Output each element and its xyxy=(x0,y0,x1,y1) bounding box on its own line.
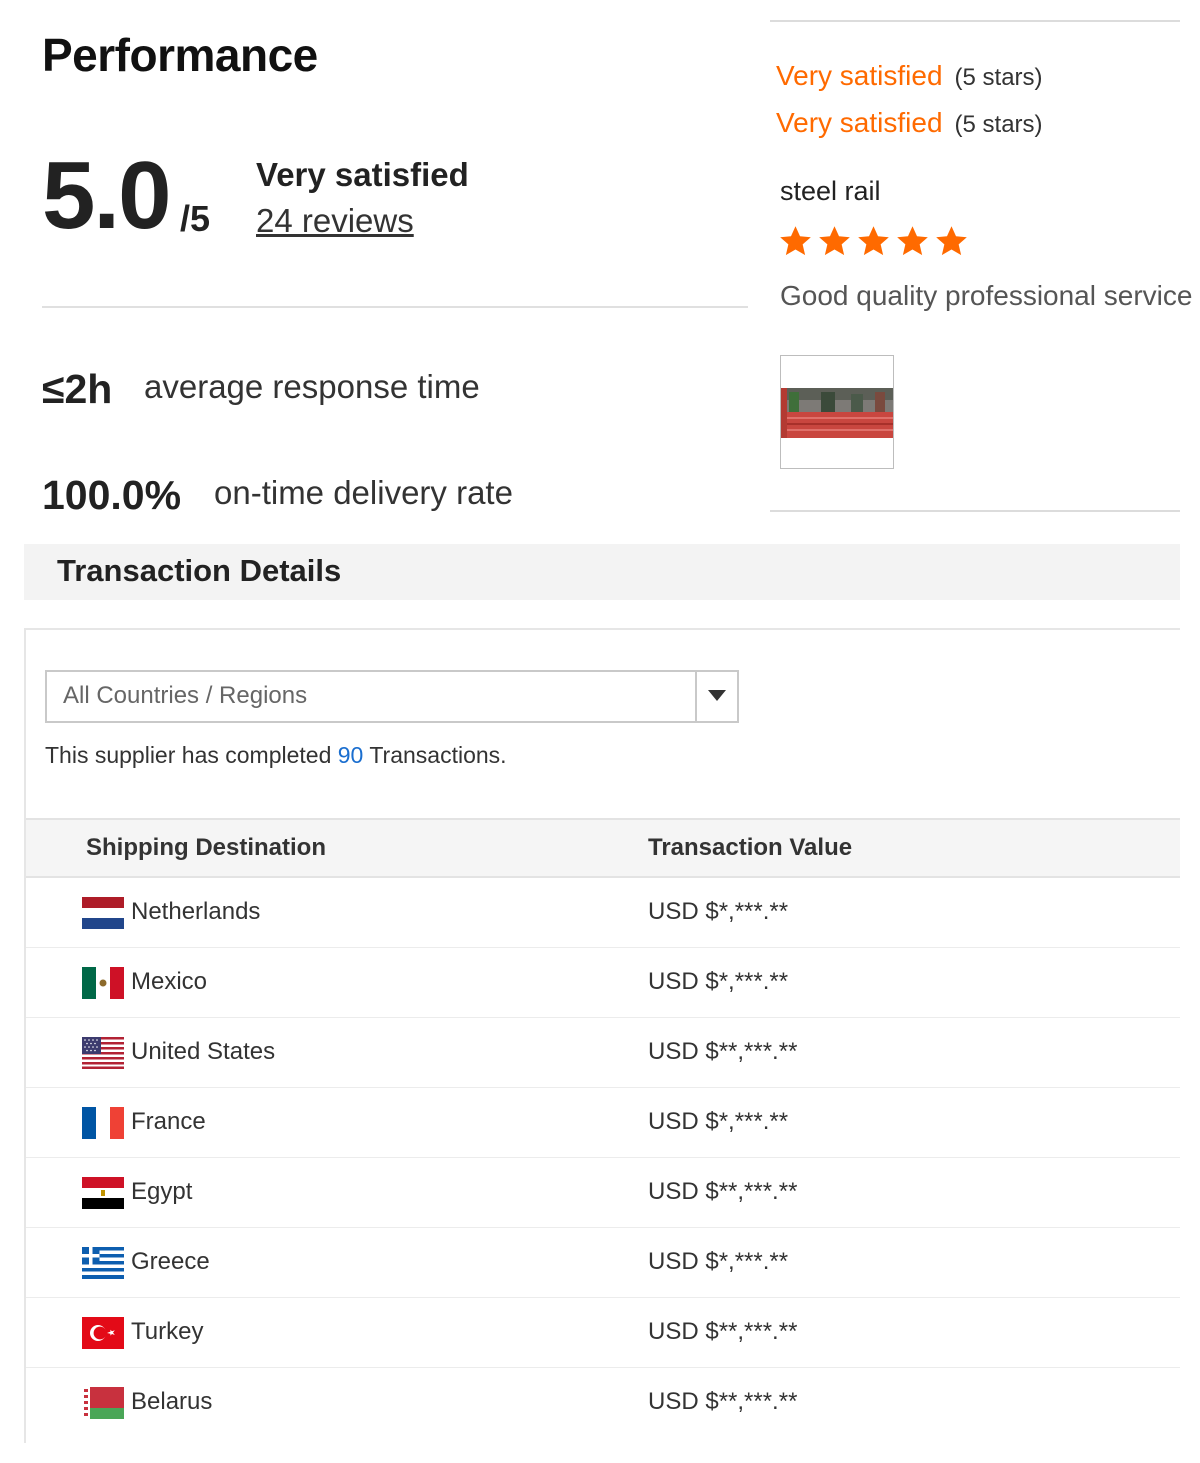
column-header-destination: Shipping Destination xyxy=(86,834,326,861)
star-icon xyxy=(817,224,852,259)
satisfaction-label: Very satisfied xyxy=(256,156,469,193)
rating-stars-text: (5 stars) xyxy=(954,111,1043,138)
row-value: USD $**,***.** xyxy=(648,1038,798,1065)
row-country: Mexico xyxy=(131,968,208,995)
section-divider xyxy=(42,306,748,308)
row-value: USD $*,***.** xyxy=(648,1108,789,1135)
table-row: United States USD $**,***.** xyxy=(26,1018,1180,1088)
caret-down-icon xyxy=(708,690,726,701)
dropdown-button[interactable] xyxy=(695,672,737,721)
row-country: Egypt xyxy=(131,1178,193,1205)
rating-score: 5.0 xyxy=(42,142,171,249)
delivery-rate-value: 100.0% xyxy=(42,472,182,518)
transaction-details-title: Transaction Details xyxy=(57,553,342,588)
rating-max: /5 xyxy=(180,198,211,239)
table-row: Belarus USD $**,***.** xyxy=(26,1368,1180,1438)
united-states-flag-icon xyxy=(82,1037,124,1069)
transaction-count-text: This supplier has completed 90 Transacti… xyxy=(45,742,507,769)
row-country: Greece xyxy=(131,1248,210,1275)
column-header-value: Transaction Value xyxy=(648,834,853,861)
star-icon xyxy=(856,224,891,259)
row-value: USD $*,***.** xyxy=(648,968,789,995)
star-icon xyxy=(895,224,930,259)
rating-label: Very satisfied xyxy=(776,60,943,91)
star-icon xyxy=(934,224,969,259)
review-divider-top xyxy=(770,20,1180,22)
rating-summary-line: Very satisfied (5 stars) xyxy=(776,60,1043,92)
response-time-value: ≤2h xyxy=(42,366,113,412)
row-value: USD $*,***.** xyxy=(648,898,789,925)
turkey-flag-icon xyxy=(82,1317,124,1349)
review-photo-thumbnail[interactable] xyxy=(780,355,894,469)
row-country: Turkey xyxy=(131,1318,204,1345)
row-country: United States xyxy=(131,1038,276,1065)
review-star-rating xyxy=(778,224,969,259)
country-region-select[interactable]: All Countries / Regions xyxy=(45,670,739,723)
egypt-flag-icon xyxy=(82,1177,124,1209)
table-row: Netherlands USD $*,***.** xyxy=(26,878,1180,948)
belarus-flag-icon xyxy=(82,1387,124,1419)
row-value: USD $**,***.** xyxy=(648,1178,798,1205)
rating-summary-line: Very satisfied (5 stars) xyxy=(776,107,1043,139)
france-flag-icon xyxy=(82,1107,124,1139)
table-row: France USD $*,***.** xyxy=(26,1088,1180,1158)
table-row: Greece USD $*,***.** xyxy=(26,1228,1180,1298)
review-divider-bottom xyxy=(770,510,1180,512)
review-text: Good quality professional service xyxy=(780,280,1193,311)
mexico-flag-icon xyxy=(82,967,124,999)
reviews-link[interactable]: 24 reviews xyxy=(256,202,414,240)
table-row: Egypt USD $**,***.** xyxy=(26,1158,1180,1228)
rating-label: Very satisfied xyxy=(776,107,943,138)
transaction-count: 90 xyxy=(337,742,364,768)
netherlands-flag-icon xyxy=(82,897,124,929)
row-country: Belarus xyxy=(131,1388,213,1415)
row-value: USD $**,***.** xyxy=(648,1318,798,1345)
row-value: USD $*,***.** xyxy=(648,1248,789,1275)
response-time-label: average response time xyxy=(144,368,480,405)
row-country: France xyxy=(131,1108,206,1135)
page-title: Performance xyxy=(42,29,318,81)
star-icon xyxy=(778,224,813,259)
greece-flag-icon xyxy=(82,1247,124,1279)
summary-suffix: Transactions. xyxy=(363,742,507,768)
row-country: Netherlands xyxy=(131,898,261,925)
review-product-name: steel rail xyxy=(780,176,881,206)
rating-stars-text: (5 stars) xyxy=(954,64,1043,91)
table-row: Turkey USD $**,***.** xyxy=(26,1298,1180,1368)
summary-prefix: This supplier has completed xyxy=(45,742,338,768)
delivery-rate-label: on-time delivery rate xyxy=(214,474,513,511)
row-value: USD $**,***.** xyxy=(648,1388,798,1415)
table-row: Mexico USD $*,***.** xyxy=(26,948,1180,1018)
select-value: All Countries / Regions xyxy=(63,682,308,709)
review-photo-image xyxy=(781,356,893,468)
